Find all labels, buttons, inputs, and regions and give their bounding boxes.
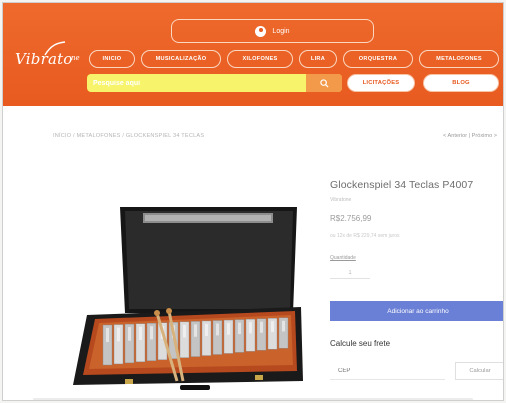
nav-item-musicalizacao[interactable]: MUSICALIZAÇÃO [141,50,221,68]
freight-title: Calcule seu frete [330,339,391,348]
metal-bar-highlight [271,321,274,333]
metal-bar-highlight [238,322,241,335]
product-pager[interactable]: < Anterior | Próximo > [443,133,497,139]
search-input[interactable] [87,74,307,92]
metal-bar-highlight [282,320,285,332]
product-brand: Vibratone [330,197,352,203]
metal-bar-highlight [194,324,197,337]
metal-bar-highlight [139,326,142,341]
main-nav: INICIO MUSICALIZAÇÃO XILOFONES LIRA ORQU… [3,50,503,68]
site-header: Vibrato ne Login INICIO MUSICALIZAÇÃO XI… [3,3,503,106]
add-to-cart-button[interactable]: Adicionar ao carrinho [330,301,503,321]
user-icon [255,25,267,37]
login-label: Login [272,27,290,35]
nav-item-xilofones[interactable]: XILOFONES [227,50,293,68]
metal-bar-highlight [150,326,153,340]
product-title: Glockenspiel 34 Teclas P4007 [330,179,474,191]
footer-divider [33,398,473,400]
metal-bar-highlight [128,327,131,341]
blog-button[interactable]: BLOG [423,74,499,92]
product-image[interactable] [65,203,305,393]
search-icon [319,78,329,88]
metal-bar-highlight [117,327,120,342]
metal-bar-highlight [260,321,263,333]
nav-item-metalofones[interactable]: METALOFONES [419,50,499,68]
nav-item-inicio[interactable]: INICIO [89,50,135,68]
licitacoes-button[interactable]: LICITAÇÕES [347,74,415,92]
cep-input[interactable] [330,362,445,380]
product-price: R$2.756,99 [330,214,372,223]
quantity-input[interactable] [330,267,370,279]
search-button[interactable] [306,74,342,92]
nav-item-orquestra[interactable]: ORQUESTRA [343,50,413,68]
login-button[interactable]: Login [171,19,374,43]
metal-bar-highlight [205,323,208,337]
search-bar [87,74,342,92]
installments-text: ou 12x de R$ 229,74 sem juros [330,233,400,239]
metal-bar-highlight [216,323,219,336]
calculate-freight-button[interactable]: Calcular [455,362,503,380]
metal-bar-highlight [249,322,252,334]
metal-bar-highlight [106,328,109,342]
metal-bar-highlight [183,324,186,338]
browser-viewport: Vibrato ne Login INICIO MUSICALIZAÇÃO XI… [2,2,504,401]
breadcrumb[interactable]: INÍCIO / METALOFONES / GLOCKENSPIEL 34 T… [53,133,204,139]
nav-item-lira[interactable]: LIRA [299,50,337,68]
quantity-label: Quantidade [330,255,356,261]
metal-bar-highlight [227,323,230,335]
